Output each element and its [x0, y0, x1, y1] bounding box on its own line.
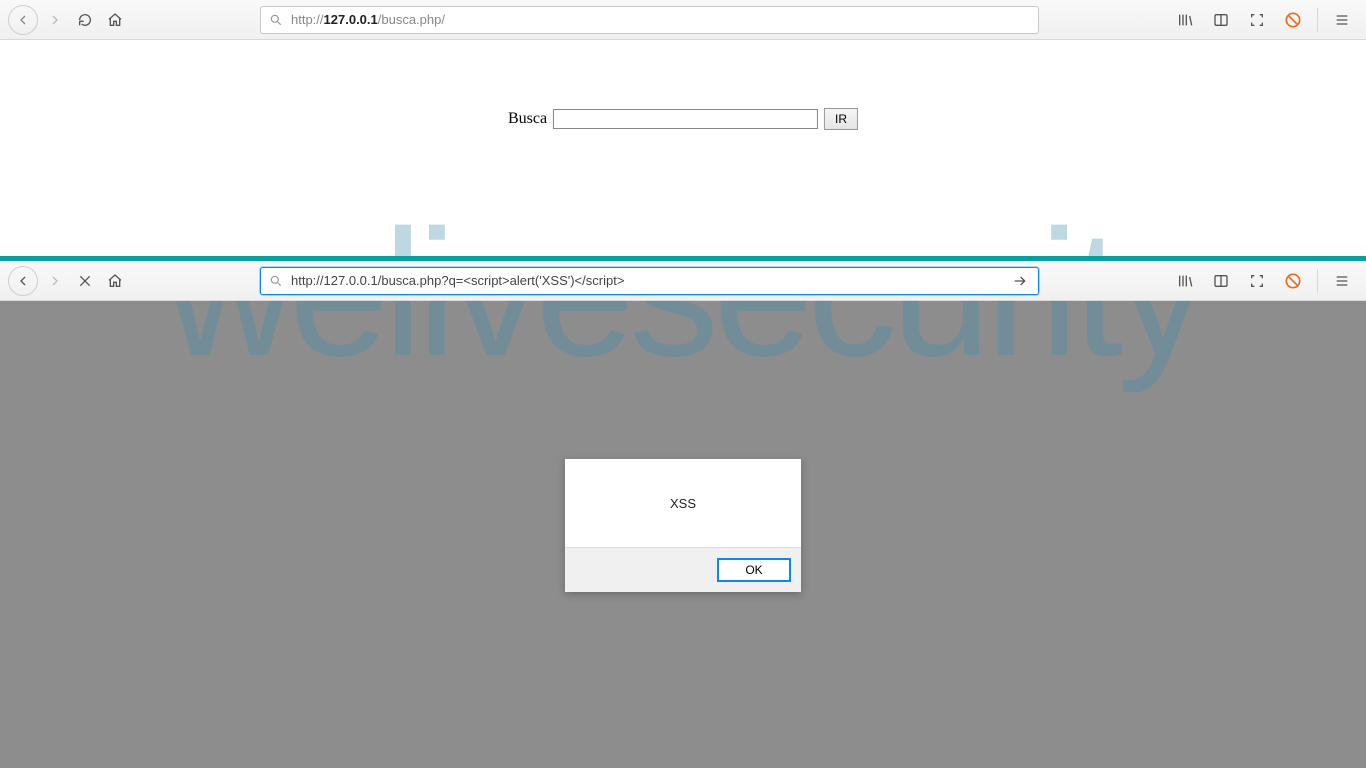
home-button-2[interactable]	[100, 266, 130, 296]
alert-dialog: XSS OK	[565, 459, 801, 592]
search-icon	[269, 274, 283, 288]
toolbar-right-top	[1169, 5, 1358, 35]
alert-message: XSS	[565, 459, 801, 547]
sidebar-icon-2[interactable]	[1205, 266, 1237, 296]
url-bar-bottom[interactable]: http://127.0.0.1/busca.php?q=<script>ale…	[260, 267, 1039, 295]
toolbar-right-bottom	[1169, 266, 1358, 296]
url-bar-top[interactable]: http://127.0.0.1/busca.php/	[260, 6, 1039, 34]
toolbar-divider-2	[1317, 269, 1318, 293]
screenshot-icon-2[interactable]	[1241, 266, 1273, 296]
browser-toolbar-bottom: http://127.0.0.1/busca.php?q=<script>ale…	[0, 261, 1366, 301]
alert-footer: OK	[565, 547, 801, 592]
back-button[interactable]	[8, 5, 38, 35]
screenshot-icon[interactable]	[1241, 5, 1273, 35]
toolbar-divider	[1317, 8, 1318, 32]
forward-button[interactable]	[40, 5, 70, 35]
url-text-bottom: http://127.0.0.1/busca.php?q=<script>ale…	[291, 273, 624, 288]
menu-button-2[interactable]	[1326, 266, 1358, 296]
browser-toolbar-top: http://127.0.0.1/busca.php/	[0, 0, 1366, 40]
library-icon[interactable]	[1169, 5, 1201, 35]
sidebar-icon[interactable]	[1205, 5, 1237, 35]
noscript-icon-2[interactable]	[1277, 266, 1309, 296]
forward-button-2[interactable]	[40, 266, 70, 296]
search-submit-button[interactable]: IR	[824, 108, 858, 130]
reload-button[interactable]	[70, 5, 100, 35]
alert-ok-button[interactable]: OK	[717, 558, 791, 582]
search-label: Busca	[508, 110, 547, 128]
noscript-icon[interactable]	[1277, 5, 1309, 35]
menu-button[interactable]	[1326, 5, 1358, 35]
home-button[interactable]	[100, 5, 130, 35]
library-icon-2[interactable]	[1169, 266, 1201, 296]
back-button-2[interactable]	[8, 266, 38, 296]
search-input[interactable]	[553, 109, 818, 129]
url-text-top: http://127.0.0.1/busca.php/	[291, 12, 445, 27]
page-content-top: Busca IR	[0, 40, 1366, 256]
page-content-bottom: XSS OK	[0, 301, 1366, 768]
go-arrow-icon[interactable]	[1010, 273, 1030, 289]
stop-button[interactable]	[70, 266, 100, 296]
search-icon	[269, 13, 283, 27]
search-form: Busca IR	[508, 108, 858, 130]
